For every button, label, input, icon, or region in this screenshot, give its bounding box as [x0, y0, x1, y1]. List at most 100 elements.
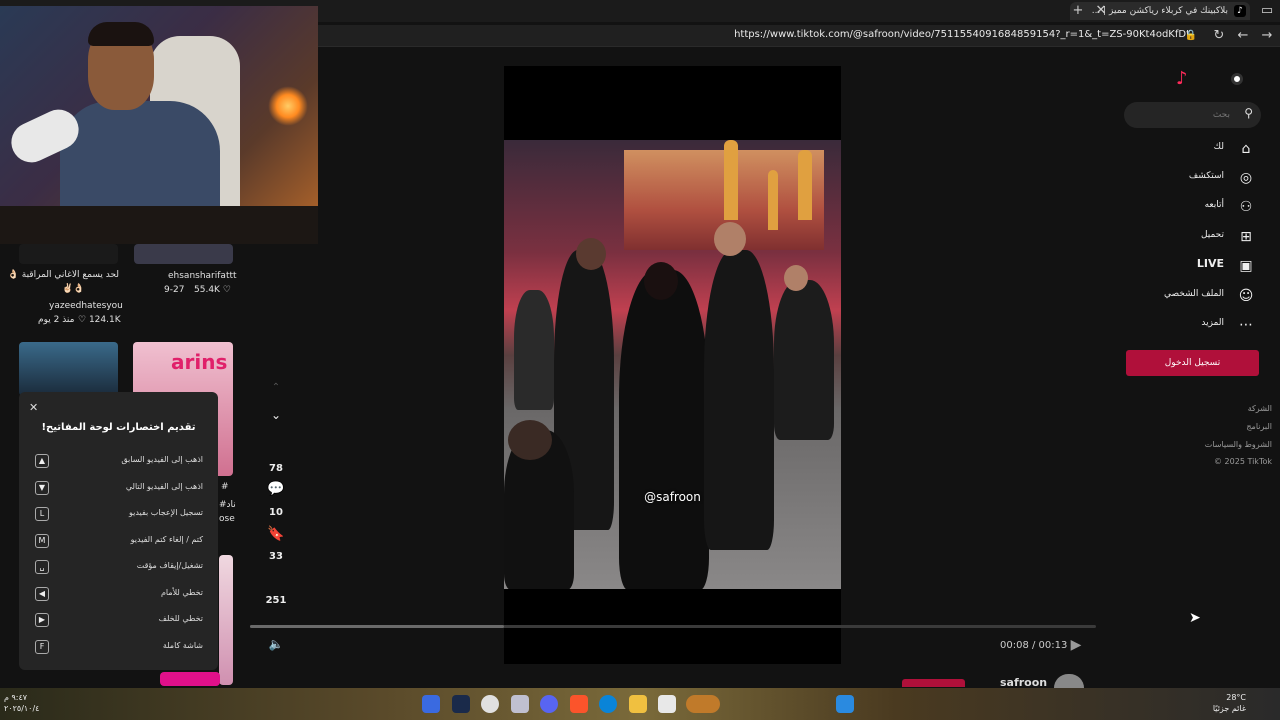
key-l-icon: L — [35, 507, 49, 521]
next-video-icon[interactable]: ⌄ — [256, 408, 296, 422]
footer-link-terms[interactable]: الشروط والسياسات — [1205, 440, 1272, 449]
footer-link-program[interactable]: البرنامج — [1246, 422, 1272, 431]
previous-video-icon[interactable]: ⌃ — [256, 382, 296, 393]
crowd-head — [784, 265, 808, 291]
login-button[interactable]: تسجيل الدخول — [1126, 350, 1259, 376]
forward-icon[interactable]: → — [1258, 27, 1276, 45]
feed-likes-1-value: 124.1K — [88, 315, 121, 325]
app-taskbar-icon[interactable] — [658, 695, 676, 713]
feed-thumb-2[interactable] — [134, 244, 233, 264]
shares-count: 251 — [265, 595, 287, 606]
search-input[interactable] — [1134, 106, 1230, 124]
close-tab-icon[interactable]: ✕ — [1092, 2, 1110, 20]
volume-icon[interactable]: 🔈 — [256, 637, 296, 651]
sidebar-item-home[interactable]: ⌂ لك — [1096, 139, 1256, 159]
feed-thumb-6[interactable] — [219, 555, 233, 685]
url-text[interactable]: https://www.tiktok.com/@safroon/video/75… — [734, 29, 1190, 40]
heart-icon: ♡ — [78, 315, 89, 325]
sidebar-item-more[interactable]: ⋯ المزيد — [1096, 315, 1256, 335]
crowd-figure — [704, 250, 774, 550]
sidebar-item-label: المزيد — [1201, 318, 1224, 328]
keyboard-shortcuts-panel: ✕ تقديم اختصارات لوحة المفاتيح! ▲ اذهب إل… — [19, 392, 218, 670]
tab-actions-icon[interactable]: ▭ — [1258, 2, 1276, 20]
sidebar-item-explore[interactable]: ◎ استكشف — [1096, 168, 1256, 188]
shortcut-row: ▲ اذهب إلى الفيديو السابق — [35, 453, 203, 469]
feed-date-2: 9-27 — [164, 285, 185, 295]
key-down-icon: ▼ — [35, 481, 49, 495]
sidebar-item-label: الملف الشخصي — [1164, 289, 1224, 299]
crowd-head — [714, 222, 746, 256]
edge-icon[interactable] — [599, 695, 617, 713]
feed-thumb-7[interactable] — [160, 672, 220, 686]
weather-desc: غائم جزئيًا — [1212, 704, 1246, 713]
shrine-tower — [768, 170, 778, 230]
shortcut-label: شاشة كاملة — [162, 641, 203, 650]
feed-thumb-4-text: arins — [171, 350, 228, 374]
sidebar-item-upload[interactable]: ⊞ تحميل — [1096, 227, 1256, 247]
video-player[interactable]: @safroon — [504, 66, 841, 664]
close-icon[interactable]: ✕ — [29, 401, 38, 414]
feed-side-text-1: # — [221, 482, 229, 492]
tiktok-logo-icon[interactable]: ♪ — [1176, 68, 1188, 89]
shortcut-label: كتم / إلغاء كتم الفيديو — [130, 535, 203, 544]
feed-side-text-3: ose — [219, 514, 235, 524]
sidebar-item-label: LIVE — [1196, 257, 1224, 270]
back-icon[interactable]: ← — [1234, 27, 1252, 45]
shortcut-row: M كتم / إلغاء كتم الفيديو — [35, 533, 203, 549]
reload-icon[interactable]: ↻ — [1210, 27, 1228, 45]
webcam-overlay — [0, 6, 318, 244]
shortcut-label: تشغيل/إيقاف مؤقت — [136, 561, 203, 570]
feed-user-1[interactable]: yazeedhatesyou — [49, 301, 123, 311]
brave-icon[interactable] — [570, 695, 588, 713]
windows-start-icon[interactable] — [836, 695, 854, 713]
comment-icon[interactable]: 💬 — [256, 481, 296, 497]
lock-icon: 🔒 — [1184, 30, 1198, 41]
key-left-icon: ◀ — [35, 587, 49, 601]
footer-copyright: © 2025 TikTok — [1214, 457, 1272, 466]
compass-icon: ◎ — [1239, 170, 1253, 186]
shrine-tower — [798, 150, 812, 220]
steam-icon[interactable] — [452, 695, 470, 713]
footer-link-company[interactable]: الشركة — [1248, 404, 1272, 413]
play-icon[interactable]: ▶ — [1056, 637, 1096, 653]
weather-widget[interactable]: 28°C غائم جزئيًا — [1213, 692, 1246, 714]
likes-count: 78 — [269, 463, 283, 474]
feed-side-text-2: #ناد — [219, 500, 236, 510]
avatar[interactable] — [1054, 674, 1084, 688]
folder-icon[interactable] — [629, 695, 647, 713]
discord-icon[interactable] — [540, 695, 558, 713]
shortcut-label: تخطي للخلف — [158, 614, 203, 623]
app-taskbar-icon[interactable] — [422, 695, 440, 713]
new-tab-icon[interactable]: + — [1069, 2, 1087, 20]
food-widget-icon — [686, 695, 720, 713]
sidebar-item-live[interactable]: ▣ LIVE — [1096, 256, 1256, 276]
toggle-dot-icon[interactable] — [1231, 73, 1243, 85]
heart-icon: ♡ — [219, 285, 231, 295]
comments-count: 10 — [269, 507, 283, 518]
bookmark-icon[interactable]: 🔖 — [256, 526, 296, 542]
address-bar[interactable]: https://www.tiktok.com/@safroon/video/75… — [318, 25, 1280, 47]
feed-caption-1: لحد يسمع الاغاني المراقبة 👌🏻 — [7, 270, 119, 280]
shortcut-row: L تسجيل الإعجاب بفيديو — [35, 506, 203, 522]
follow-button[interactable] — [902, 679, 965, 687]
key-up-icon: ▲ — [35, 454, 49, 468]
feed-thumb-1[interactable] — [19, 244, 118, 264]
shortcut-row: ▶ تخطي للخلف — [35, 612, 203, 628]
search-icon[interactable]: ⚲ — [1244, 106, 1253, 120]
sidebar-item-following[interactable]: ⚇ أتابعه — [1096, 197, 1256, 217]
sidebar-item-profile[interactable]: ☺ الملف الشخصي — [1096, 286, 1256, 306]
app-taskbar-icon[interactable] — [481, 695, 499, 713]
taskbar-clock: ٩:٤٧ م ٢٠٢٥/١٠/٤ — [4, 692, 39, 714]
feed-thumb-3[interactable] — [19, 342, 118, 396]
app-taskbar-icon[interactable] — [511, 695, 529, 713]
search-bar[interactable]: ⚲ — [1124, 102, 1261, 128]
video-frame — [504, 140, 841, 589]
live-tv-icon: ▣ — [1239, 258, 1253, 274]
crowd-figure — [774, 280, 834, 440]
feed-likes-2-value: 55.4K — [194, 285, 220, 295]
key-m-icon: M — [35, 534, 49, 548]
feed-user-2[interactable]: ehsansharifattt — [168, 271, 237, 281]
video-progress-bar[interactable] — [250, 625, 1096, 628]
crowd-figure — [514, 290, 554, 410]
more-dots-icon: ⋯ — [1239, 317, 1253, 333]
